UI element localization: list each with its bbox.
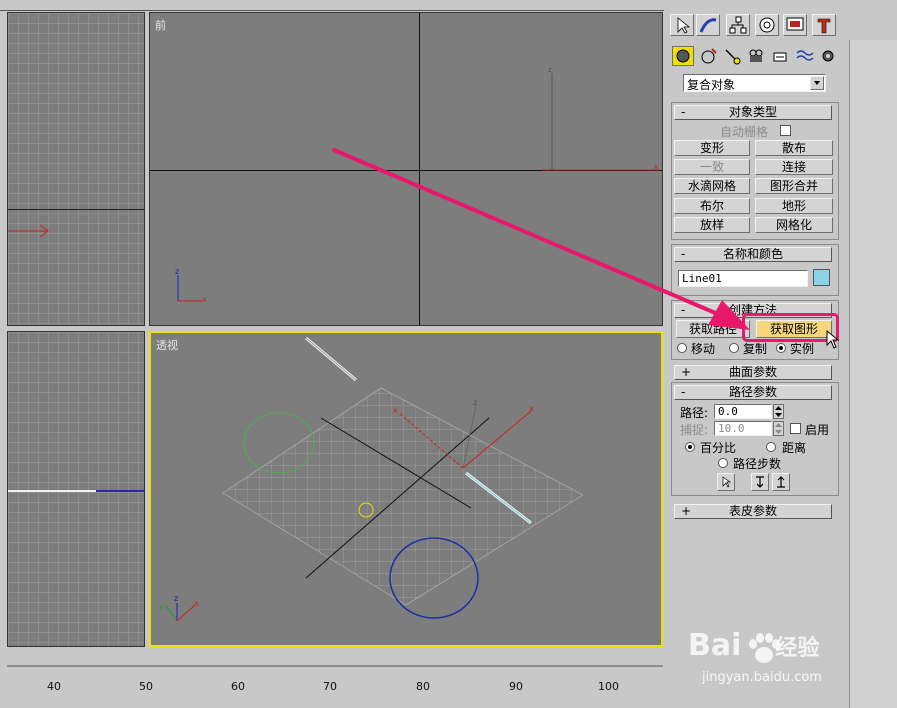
- distance-radio[interactable]: [766, 442, 776, 452]
- category-dropdown[interactable]: 复合对象: [683, 74, 826, 92]
- svg-text:x: x: [194, 599, 199, 608]
- shapes-category-icon[interactable]: [698, 46, 720, 66]
- percentage-radio[interactable]: [685, 442, 695, 452]
- timeline-tick: 40: [47, 680, 61, 693]
- perspective-scene: x x z y z x: [159, 336, 584, 622]
- copy-radio[interactable]: [729, 343, 739, 353]
- path-spinner-icon[interactable]: [773, 404, 784, 419]
- paw-logo-icon: [749, 633, 780, 663]
- timeline-tick: 80: [416, 680, 430, 693]
- svg-text:z: z: [174, 594, 178, 603]
- instance-radio-label: 实例: [790, 342, 815, 356]
- display-tab-icon[interactable]: [783, 14, 807, 36]
- baidu-watermark: Bai 经验: [688, 628, 888, 668]
- front-viewport-label: 前: [155, 19, 166, 32]
- auto-grid-label: 自动栅格: [720, 125, 769, 139]
- path-params-rollout-header[interactable]: - 路径参数: [674, 385, 832, 400]
- distance-label: 距离: [782, 441, 807, 455]
- snap-enable-checkbox[interactable]: [790, 423, 801, 434]
- snap-value-field[interactable]: 10.0: [714, 421, 772, 436]
- surface-params-title: 曲面参数: [728, 365, 777, 379]
- shape-merge-button[interactable]: 图形合并: [755, 178, 833, 194]
- lights-category-icon[interactable]: [722, 46, 744, 66]
- mesher-button[interactable]: 网格化: [755, 217, 833, 233]
- axis-gizmo-icon: [8, 224, 49, 238]
- path-steps-label: 路径步数: [733, 457, 782, 471]
- geometry-category-icon[interactable]: [672, 46, 694, 66]
- svg-text:x: x: [529, 404, 534, 413]
- svg-text:x: x: [202, 295, 207, 304]
- utilities-tab-icon[interactable]: [812, 14, 836, 36]
- percentage-label: 百分比: [700, 441, 737, 455]
- watermark-brand: Bai: [688, 628, 742, 663]
- pick-shape-icon[interactable]: [717, 473, 735, 491]
- timeline-ruler[interactable]: [7, 660, 663, 680]
- object-type-title: 对象类型: [728, 105, 777, 119]
- path-steps-radio[interactable]: [718, 458, 728, 468]
- panel-scrollbar[interactable]: [849, 40, 897, 708]
- timeline-tick: 100: [598, 680, 619, 693]
- watermark-url: jingyan.baidu.com: [702, 670, 822, 685]
- auto-grid-checkbox[interactable]: [780, 125, 791, 136]
- systems-category-icon[interactable]: [818, 46, 840, 66]
- helpers-category-icon[interactable]: [770, 46, 792, 66]
- axis-tripod-icon: z x: [175, 267, 207, 304]
- dropdown-arrow-icon[interactable]: [810, 76, 824, 90]
- skin-params-rollout-header[interactable]: + 表皮参数: [674, 504, 832, 519]
- path-label: 路径:: [680, 406, 709, 420]
- svg-text:z: z: [473, 398, 477, 407]
- hierarchy-tab-icon[interactable]: [726, 14, 750, 36]
- snap-spinner-icon[interactable]: [773, 421, 784, 436]
- svg-text:x: x: [393, 406, 398, 415]
- timeline-tick: 50: [139, 680, 153, 693]
- skin-params-title: 表皮参数: [728, 504, 777, 518]
- modify-tab-icon[interactable]: [696, 14, 720, 36]
- instance-radio[interactable]: [776, 343, 786, 353]
- move-radio-label: 移动: [691, 342, 716, 356]
- svg-text:z: z: [548, 66, 552, 74]
- top-toolbar-strip: [0, 0, 664, 11]
- copy-radio-label: 复制: [743, 342, 768, 356]
- timeline-tick: 60: [231, 680, 245, 693]
- perspective-viewport[interactable]: 透视 x x z y z x: [149, 331, 663, 647]
- object-type-rollout-header[interactable]: - 对象类型: [674, 105, 832, 120]
- motion-tab-icon[interactable]: [755, 14, 779, 36]
- snap-label: 捕捉:: [680, 423, 709, 437]
- spacewarps-category-icon[interactable]: [794, 46, 816, 66]
- create-tab-icon[interactable]: [670, 14, 694, 36]
- path-params-title: 路径参数: [728, 385, 777, 399]
- terrain-button[interactable]: 地形: [755, 198, 833, 214]
- timeline-tick: 70: [323, 680, 337, 693]
- category-dropdown-value: 复合对象: [687, 78, 736, 92]
- annotation-arrow-icon: [332, 148, 750, 330]
- surface-params-rollout-header[interactable]: + 曲面参数: [674, 365, 832, 380]
- timeline-tick: 90: [509, 680, 523, 693]
- left-viewport[interactable]: [7, 331, 145, 647]
- svg-text:z: z: [175, 267, 179, 276]
- top-viewport[interactable]: [7, 12, 145, 326]
- object-color-swatch[interactable]: [813, 269, 830, 286]
- path-value-field[interactable]: 0.0: [714, 404, 772, 419]
- prev-shape-icon[interactable]: [751, 473, 769, 491]
- svg-text:y: y: [159, 602, 164, 611]
- connect-button[interactable]: 连接: [755, 159, 833, 175]
- next-shape-icon[interactable]: [772, 473, 790, 491]
- cameras-category-icon[interactable]: [746, 46, 768, 66]
- scatter-button[interactable]: 散布: [755, 140, 833, 156]
- snap-enable-label: 启用: [805, 423, 830, 437]
- mouse-cursor-icon: [826, 330, 840, 349]
- move-radio[interactable]: [677, 343, 687, 353]
